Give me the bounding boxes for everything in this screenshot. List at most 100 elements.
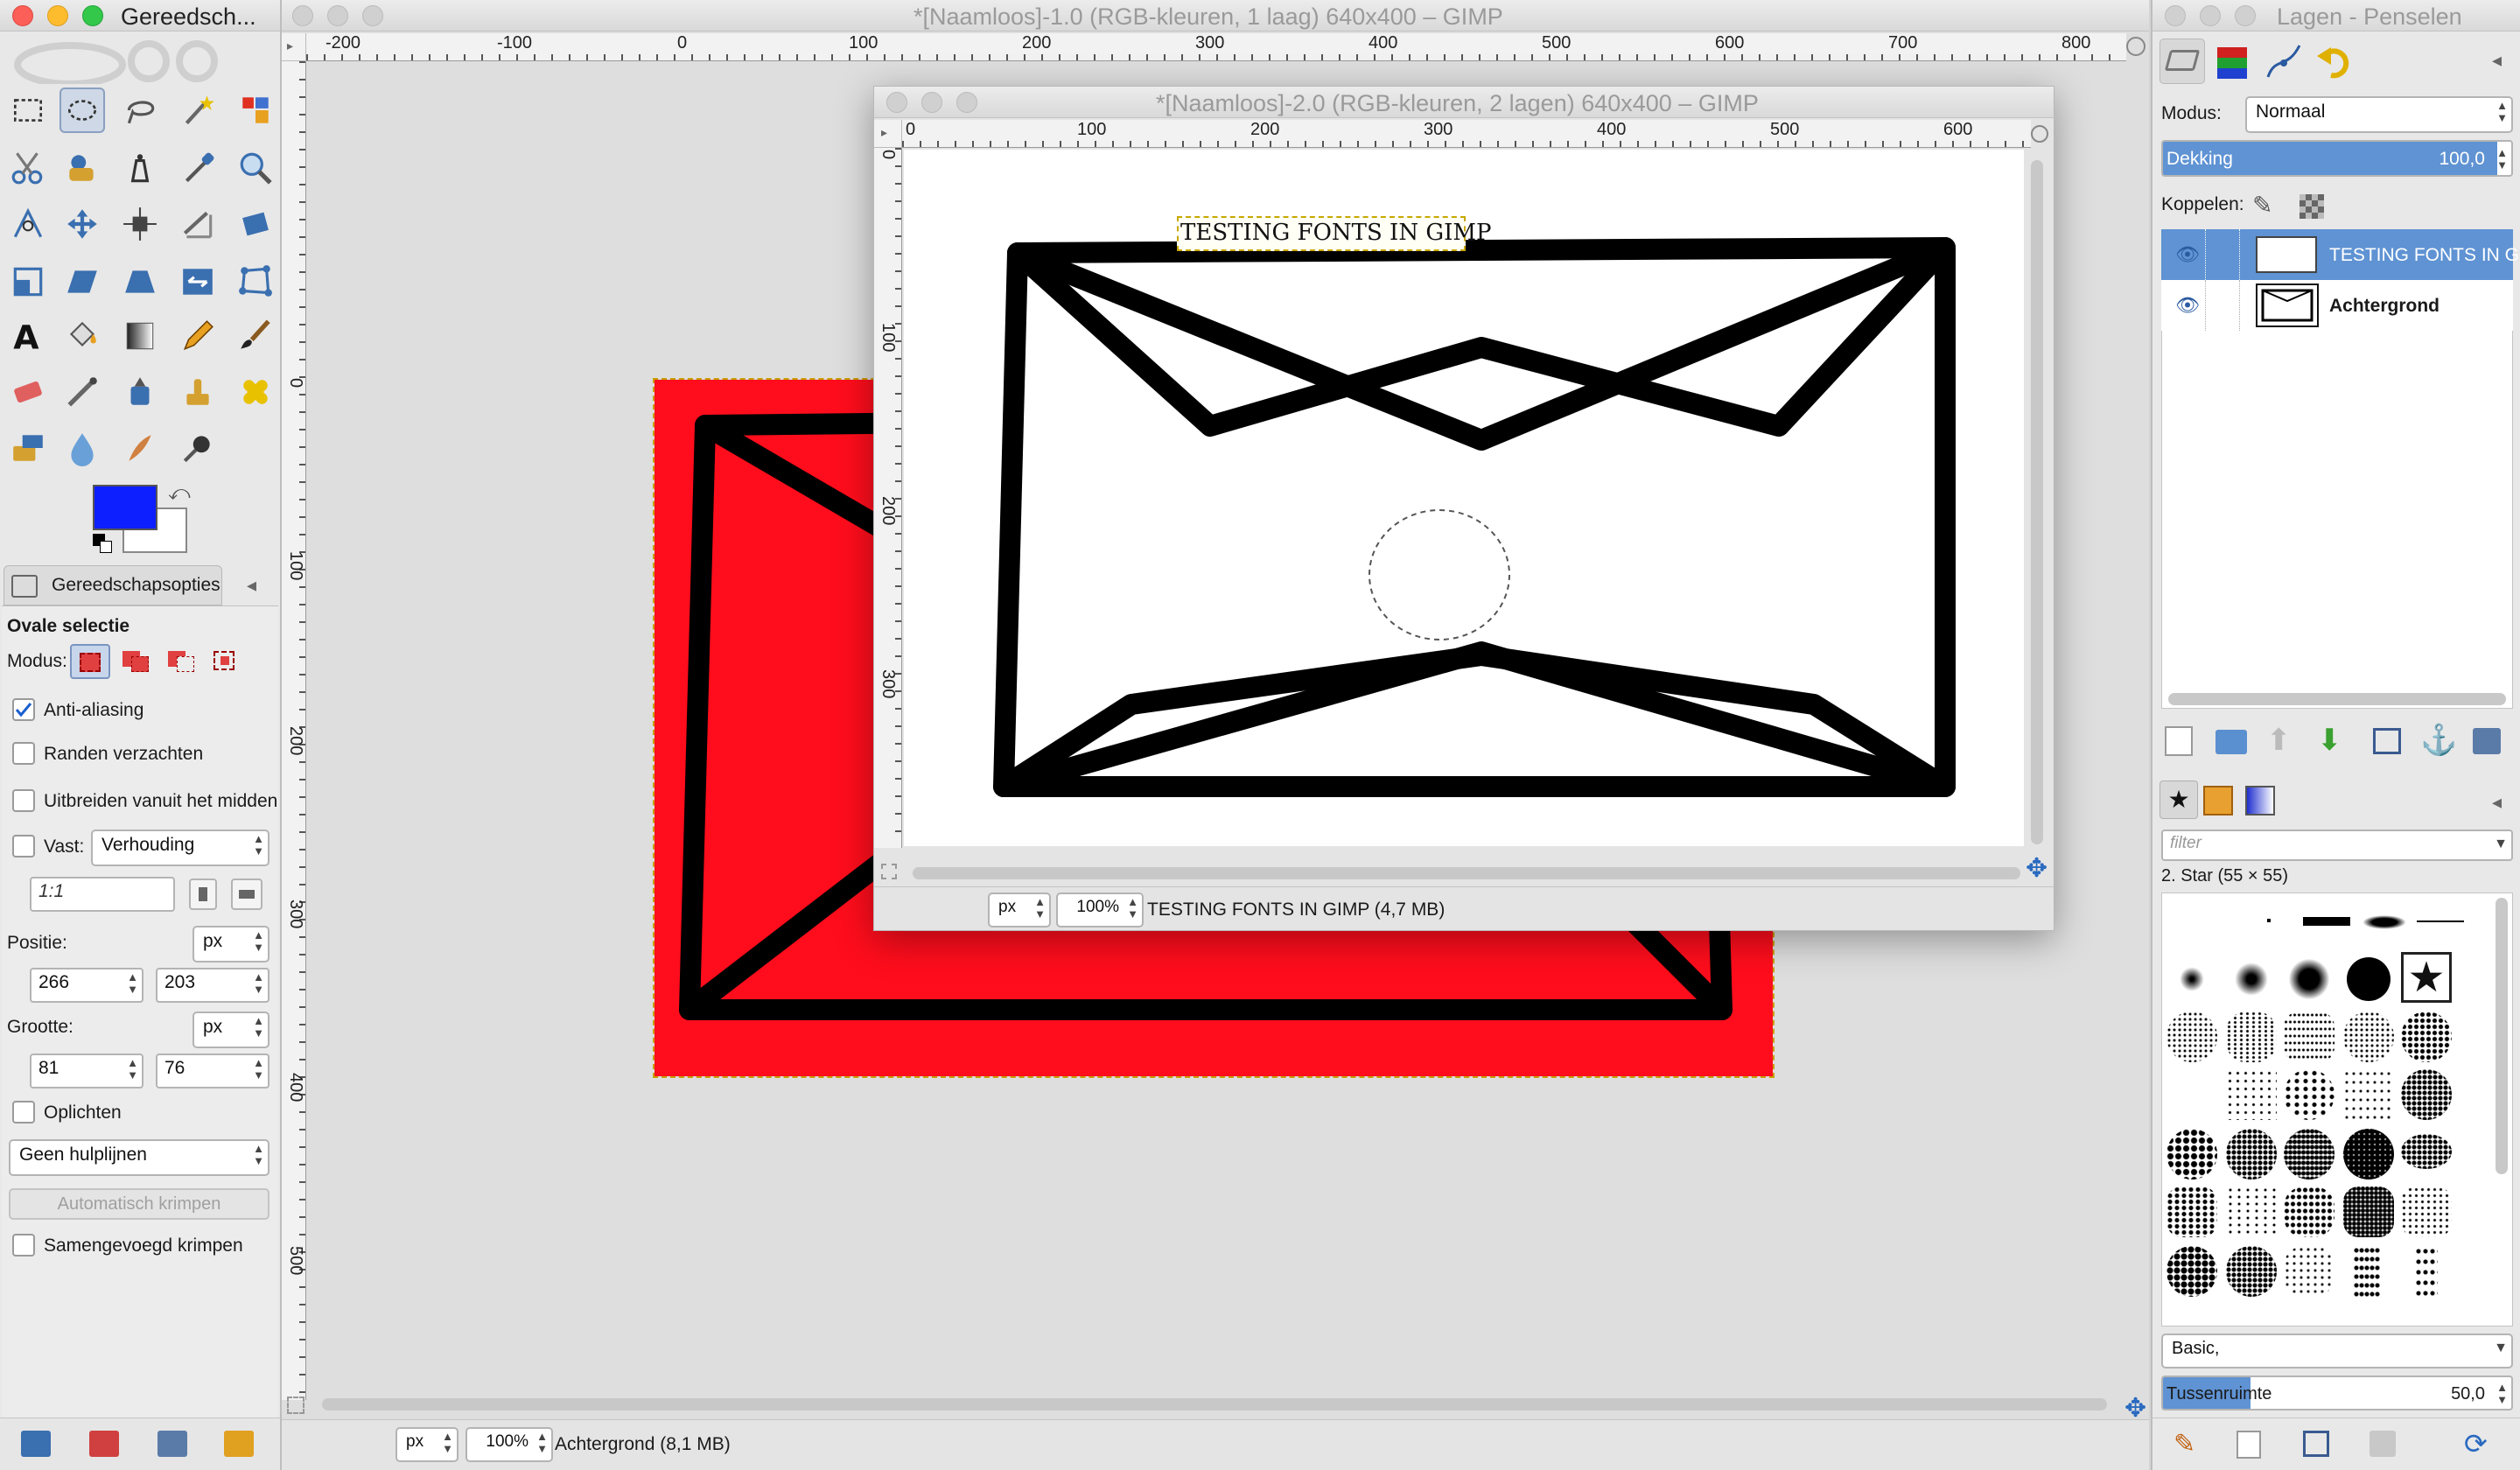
feather-checkbox[interactable] [12, 742, 35, 765]
unit-select[interactable]: px ▲ ▼ [988, 892, 1051, 928]
brush-fuzzy-large[interactable] [2284, 954, 2334, 1004]
position-unit-select[interactable]: px ▲ ▼ [192, 926, 270, 962]
brush-texture[interactable] [2226, 1246, 2277, 1297]
raise-layer-icon[interactable]: ⬆ [2266, 723, 2292, 758]
chain-toggle[interactable] [2205, 280, 2240, 331]
size-height-input[interactable]: 76 ▲ ▼ [156, 1054, 270, 1088]
clone-icon[interactable] [175, 369, 220, 415]
horizontal-ruler[interactable]: 0 100 200 300 400 500 600 [902, 120, 2031, 148]
brush-grid-scrollbar[interactable] [2496, 898, 2508, 1174]
paintbrush-icon[interactable] [233, 313, 278, 359]
ratio-input[interactable]: 1:1 [30, 877, 175, 912]
brush-texture[interactable] [2226, 1186, 2277, 1237]
unit-select[interactable]: px ▲ ▼ [396, 1427, 458, 1462]
blend-icon[interactable] [117, 313, 163, 359]
close-button[interactable] [2165, 5, 2186, 26]
brush-preset-select[interactable]: Basic, ▼ [2161, 1334, 2513, 1368]
brush-texture[interactable] [2415, 1246, 2438, 1297]
dodge-burn-icon[interactable] [175, 425, 220, 471]
horizontal-scrollbar[interactable] [913, 867, 2020, 879]
navigate-icon[interactable] [2031, 125, 2048, 143]
ruler-corner[interactable]: ▸ [874, 120, 902, 148]
brush-block[interactable] [2301, 896, 2352, 947]
airbrush-icon[interactable] [60, 369, 105, 415]
brush-texture[interactable] [2166, 1246, 2217, 1297]
brush-texture[interactable] [2284, 1246, 2334, 1297]
zoom-icon[interactable] [233, 145, 278, 191]
zoom-button[interactable] [82, 5, 103, 26]
foreground-select-icon[interactable] [60, 145, 105, 191]
size-width-input[interactable]: 81 ▲ ▼ [30, 1054, 144, 1088]
delete-brush-icon[interactable] [2370, 1431, 2396, 1457]
align-icon[interactable] [117, 201, 163, 247]
swap-colors-icon[interactable]: ⤺ [168, 481, 191, 506]
brush-fuzzy-medium[interactable] [2226, 954, 2277, 1004]
mode-subtract-button[interactable] [161, 644, 201, 679]
visibility-eye-icon[interactable]: 👁 [2175, 294, 2200, 317]
tab-layers[interactable] [2160, 38, 2205, 84]
quick-mask-icon[interactable] [287, 1396, 304, 1414]
ellipse-select-icon[interactable] [60, 88, 105, 133]
tab-undo-history[interactable] [2312, 38, 2357, 84]
brush-pixel[interactable] [2244, 896, 2294, 947]
brush-texture[interactable] [2166, 1129, 2217, 1180]
chain-toggle[interactable] [2205, 229, 2240, 280]
mode-intersect-button[interactable] [206, 644, 247, 679]
landscape-button[interactable] [231, 878, 262, 910]
zoom-button[interactable] [2235, 5, 2256, 26]
brush-texture[interactable] [2284, 1186, 2334, 1237]
brush-texture[interactable] [2284, 1012, 2334, 1062]
blur-icon[interactable] [60, 425, 105, 471]
measure-icon[interactable] [5, 201, 51, 247]
lasso-icon[interactable] [117, 88, 163, 133]
mode-replace-button[interactable] [70, 644, 110, 679]
brush-texture[interactable] [2226, 1069, 2277, 1120]
brush-texture[interactable] [2401, 1134, 2452, 1169]
tab-gradients[interactable] [2245, 786, 2275, 816]
layer-row[interactable]: 👁 Achtergrond [2161, 280, 2513, 331]
delete-layer-icon[interactable] [2473, 728, 2501, 754]
minimize-button[interactable] [327, 5, 348, 26]
brush-texture[interactable] [2401, 1186, 2452, 1237]
rect-select-icon[interactable] [5, 88, 51, 133]
color-picker-icon[interactable] [175, 145, 220, 191]
delete-options-icon[interactable] [158, 1431, 187, 1457]
save-options-icon[interactable] [21, 1431, 51, 1457]
new-layer-icon[interactable] [2165, 726, 2193, 756]
auto-shrink-button[interactable]: Automatisch krimpen [9, 1188, 270, 1220]
navigate-icon[interactable] [2126, 37, 2146, 56]
select-by-color-icon[interactable] [233, 88, 278, 133]
tab-paths[interactable] [2261, 38, 2306, 84]
zoom-select[interactable]: 100% ▲ ▼ [466, 1427, 553, 1462]
antialias-checkbox[interactable] [12, 698, 35, 721]
edit-brush-icon[interactable]: ✎ [2174, 1429, 2195, 1460]
move-icon[interactable] [60, 201, 105, 247]
perspective-icon[interactable] [117, 259, 163, 304]
spacing-slider[interactable]: Tussenruimte 50,0 ▲ ▼ [2161, 1376, 2513, 1410]
new-layer-group-icon[interactable] [2216, 730, 2247, 754]
brush-fuzzy-small[interactable] [2166, 954, 2217, 1004]
minimize-button[interactable] [921, 92, 942, 113]
vertical-scrollbar[interactable] [2031, 160, 2043, 844]
brush-texture[interactable] [2401, 1012, 2452, 1062]
reset-options-icon[interactable] [224, 1431, 254, 1457]
position-y-input[interactable]: 203 ▲ ▼ [156, 968, 270, 1003]
brush-hard-circle[interactable] [2343, 954, 2394, 1004]
refresh-brushes-icon[interactable]: ⟳ [2464, 1427, 2488, 1460]
brush-texture[interactable] [2284, 1129, 2334, 1180]
layer-row[interactable]: 👁 TESTING FONTS IN GIMP [2161, 229, 2520, 280]
lower-layer-icon[interactable]: ⬇ [2317, 723, 2342, 758]
rotate-icon[interactable] [233, 201, 278, 247]
duplicate-brush-icon[interactable] [2303, 1431, 2329, 1457]
horizontal-scrollbar[interactable] [322, 1398, 2107, 1410]
default-colors-icon[interactable] [93, 534, 112, 553]
perspective-clone-icon[interactable] [5, 425, 51, 471]
ink-icon[interactable] [117, 369, 163, 415]
text-tool-icon[interactable]: A [5, 313, 51, 359]
visibility-eye-icon[interactable]: 👁 [2175, 243, 2200, 266]
guides-select[interactable]: Geen hulplijnen ▲ ▼ [9, 1139, 270, 1176]
cage-transform-icon[interactable] [233, 259, 278, 304]
brush-texture[interactable] [2226, 1129, 2277, 1180]
expand-center-checkbox[interactable] [12, 789, 35, 812]
crop-icon[interactable] [175, 201, 220, 247]
